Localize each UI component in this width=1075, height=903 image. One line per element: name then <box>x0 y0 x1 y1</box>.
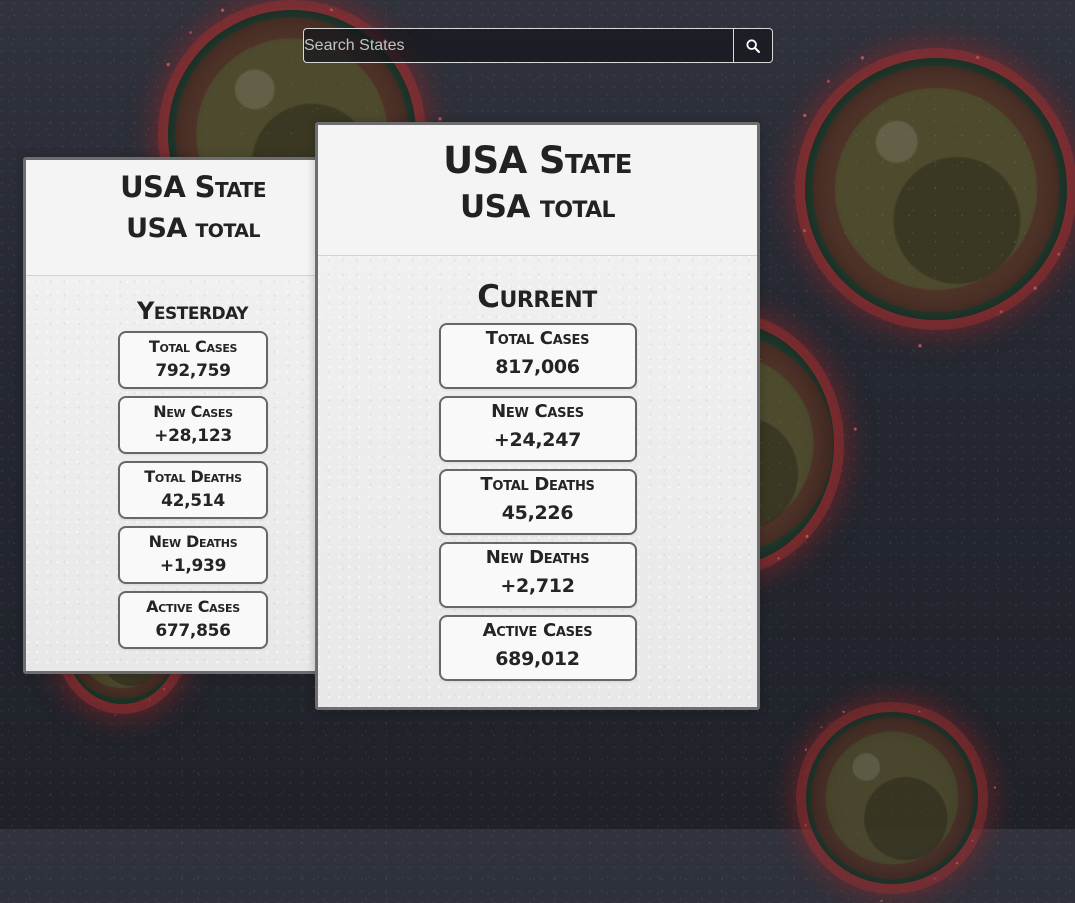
stat-label: Total Deaths <box>480 474 595 495</box>
total-deaths-stat: Total Deaths 45,226 <box>438 469 637 535</box>
search-button[interactable] <box>733 28 773 63</box>
stat-value: +24,247 <box>493 429 582 451</box>
stat-value: +2,712 <box>500 575 575 597</box>
total-cases-stat: Total Cases 792,759 <box>118 331 268 389</box>
card-body: Current Total Cases 817,006 New Cases +2… <box>318 282 757 681</box>
card-header: USA State USA total <box>26 160 360 276</box>
stat-label: New Deaths <box>485 547 590 568</box>
stat-label: New Cases <box>153 402 233 421</box>
stat-value: 689,012 <box>495 648 580 670</box>
new-deaths-stat: New Deaths +2,712 <box>438 542 637 608</box>
stat-value: 817,006 <box>495 356 580 378</box>
total-deaths-stat: Total Deaths 42,514 <box>118 461 268 519</box>
state-title: USA State <box>443 139 632 182</box>
search-input[interactable] <box>303 28 733 63</box>
virus-background-image <box>805 58 1067 320</box>
state-title: USA State <box>120 170 266 204</box>
state-search-bar <box>303 28 773 63</box>
section-title: Current <box>477 279 597 315</box>
stat-label: Active Cases <box>146 597 240 616</box>
state-subtitle: USA total <box>126 213 260 244</box>
new-cases-stat: New Cases +28,123 <box>118 396 268 454</box>
new-cases-stat: New Cases +24,247 <box>438 396 637 462</box>
new-deaths-stat: New Deaths +1,939 <box>118 526 268 584</box>
search-icon <box>746 38 760 53</box>
virus-background-image <box>806 712 978 884</box>
stat-value: 677,856 <box>155 621 231 641</box>
stat-label: Total Cases <box>148 337 238 356</box>
stat-label: Total Cases <box>485 328 590 349</box>
stat-value: +1,939 <box>159 556 227 576</box>
current-card: USA State USA total Current Total Cases … <box>315 122 760 710</box>
stat-value: +28,123 <box>154 426 232 446</box>
stats-list: Total Cases 792,759 New Cases +28,123 To… <box>118 331 268 649</box>
stats-list: Total Cases 817,006 New Cases +24,247 To… <box>438 323 637 681</box>
state-subtitle: USA total <box>460 189 616 225</box>
section-title: Yesterday <box>137 297 249 325</box>
card-header: USA State USA total <box>318 125 757 256</box>
yesterday-card: USA State USA total Yesterday Total Case… <box>23 157 363 674</box>
stat-value: 792,759 <box>155 361 231 381</box>
active-cases-stat: Active Cases 677,856 <box>118 591 268 649</box>
stat-label: Total Deaths <box>144 467 242 486</box>
active-cases-stat: Active Cases 689,012 <box>438 615 637 681</box>
stat-value: 45,226 <box>501 502 574 524</box>
stat-label: Active Cases <box>482 620 593 641</box>
stat-value: 42,514 <box>161 491 225 511</box>
card-body: Yesterday Total Cases 792,759 New Cases … <box>26 299 360 649</box>
stat-label: New Cases <box>491 401 584 422</box>
total-cases-stat: Total Cases 817,006 <box>438 323 637 389</box>
stat-label: New Deaths <box>148 532 238 551</box>
